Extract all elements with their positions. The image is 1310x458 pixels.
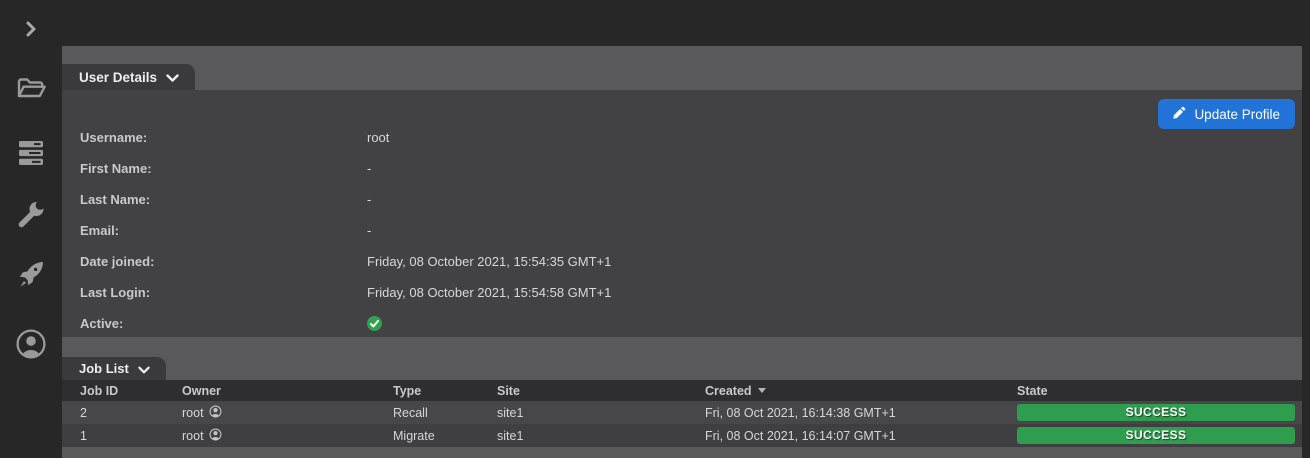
column-header-created-label: Created xyxy=(705,384,752,398)
user-details-tab[interactable]: User Details xyxy=(62,64,195,90)
field-label: Active: xyxy=(62,316,367,331)
user-circle-icon xyxy=(209,428,222,444)
owner-name: root xyxy=(182,429,204,443)
field-first-name: First Name: - xyxy=(62,153,1302,184)
column-header-created[interactable]: Created xyxy=(705,384,1017,398)
created-cell: Fri, 08 Oct 2021, 16:14:07 GMT+1 xyxy=(705,429,1017,443)
field-username: Username: root xyxy=(62,122,1302,153)
update-profile-label: Update Profile xyxy=(1194,107,1280,122)
user-details-body: Update Profile Username: root First Name… xyxy=(62,90,1302,337)
created-cell: Fri, 08 Oct 2021, 16:14:38 GMT+1 xyxy=(705,406,1017,420)
wrench-icon xyxy=(16,200,46,230)
field-label: Last Login: xyxy=(62,285,367,300)
column-header-owner[interactable]: Owner xyxy=(182,384,393,398)
field-active: Active: xyxy=(62,308,1302,339)
state-cell: SUCCESS xyxy=(1017,427,1302,444)
type-cell: Migrate xyxy=(393,429,497,443)
site-cell: site1 xyxy=(497,429,705,443)
column-header-state[interactable]: State xyxy=(1017,384,1302,398)
sidebar-item-files[interactable] xyxy=(15,72,47,104)
rocket-icon xyxy=(16,259,46,289)
status-badge: SUCCESS xyxy=(1017,404,1295,421)
job-list-tab-row: Job List xyxy=(62,357,1302,380)
field-last-login: Last Login: Friday, 08 October 2021, 15:… xyxy=(62,277,1302,308)
job-table-header: Job ID Owner Type Site Created State xyxy=(62,380,1302,401)
user-circle-icon xyxy=(15,328,47,360)
panel-gap xyxy=(62,337,1302,357)
field-value: Friday, 08 October 2021, 15:54:35 GMT+1 xyxy=(367,254,611,269)
sidebar-item-jobs[interactable] xyxy=(15,258,47,290)
type-cell: Recall xyxy=(393,406,497,420)
job-list-title: Job List xyxy=(79,361,129,376)
top-bar xyxy=(0,0,1310,46)
sidebar-nav xyxy=(0,0,62,458)
chevron-down-icon xyxy=(166,70,179,85)
table-row[interactable]: 2 root Recall site1 Fri, 08 Oct 2021, 16… xyxy=(62,401,1302,424)
table-row[interactable]: 1 root Migrate site1 Fri, 08 Oct 2021, 1… xyxy=(62,424,1302,447)
sort-desc-icon xyxy=(758,388,766,393)
column-header-type[interactable]: Type xyxy=(393,384,497,398)
user-details-tab-row: User Details xyxy=(62,64,1302,90)
user-details-fields: Username: root First Name: - Last Name: … xyxy=(62,90,1302,339)
status-badge: SUCCESS xyxy=(1017,427,1295,444)
server-icon xyxy=(16,138,46,168)
field-value: - xyxy=(367,223,371,238)
field-value: - xyxy=(367,161,371,176)
main-content: User Details Update Profile Username: ro… xyxy=(62,46,1302,458)
sidebar-item-profile[interactable] xyxy=(15,328,47,360)
job-id-cell: 2 xyxy=(62,406,182,420)
folder-open-icon xyxy=(15,74,47,102)
field-label: Email: xyxy=(62,223,367,238)
job-id-cell: 1 xyxy=(62,429,182,443)
job-list-panel-bottom xyxy=(62,447,1302,458)
field-label: Date joined: xyxy=(62,254,367,269)
column-header-site[interactable]: Site xyxy=(497,384,705,398)
state-cell: SUCCESS xyxy=(1017,404,1302,421)
field-date-joined: Date joined: Friday, 08 October 2021, 15… xyxy=(62,246,1302,277)
user-circle-icon xyxy=(209,405,222,421)
pencil-icon xyxy=(1173,106,1186,122)
field-value: Friday, 08 October 2021, 15:54:58 GMT+1 xyxy=(367,285,611,300)
owner-cell: root xyxy=(182,405,393,421)
job-list-tab[interactable]: Job List xyxy=(62,357,166,380)
field-label: First Name: xyxy=(62,161,367,176)
sidebar-item-settings[interactable] xyxy=(15,199,47,231)
check-circle-icon xyxy=(367,316,382,331)
site-cell: site1 xyxy=(497,406,705,420)
chevron-right-icon xyxy=(22,20,40,38)
user-details-panel-top xyxy=(62,46,1302,64)
owner-cell: root xyxy=(182,428,393,444)
chevron-down-icon xyxy=(138,362,150,377)
field-value: - xyxy=(367,192,371,207)
field-value: root xyxy=(367,130,389,145)
owner-name: root xyxy=(182,406,204,420)
field-label: Username: xyxy=(62,130,367,145)
sidebar-item-servers[interactable] xyxy=(15,137,47,169)
field-email: Email: - xyxy=(62,215,1302,246)
update-profile-button[interactable]: Update Profile xyxy=(1158,99,1295,129)
column-header-job-id[interactable]: Job ID xyxy=(62,384,182,398)
field-last-name: Last Name: - xyxy=(62,184,1302,215)
field-label: Last Name: xyxy=(62,192,367,207)
sidebar-expand-button[interactable] xyxy=(15,13,47,45)
user-details-title: User Details xyxy=(79,70,157,85)
